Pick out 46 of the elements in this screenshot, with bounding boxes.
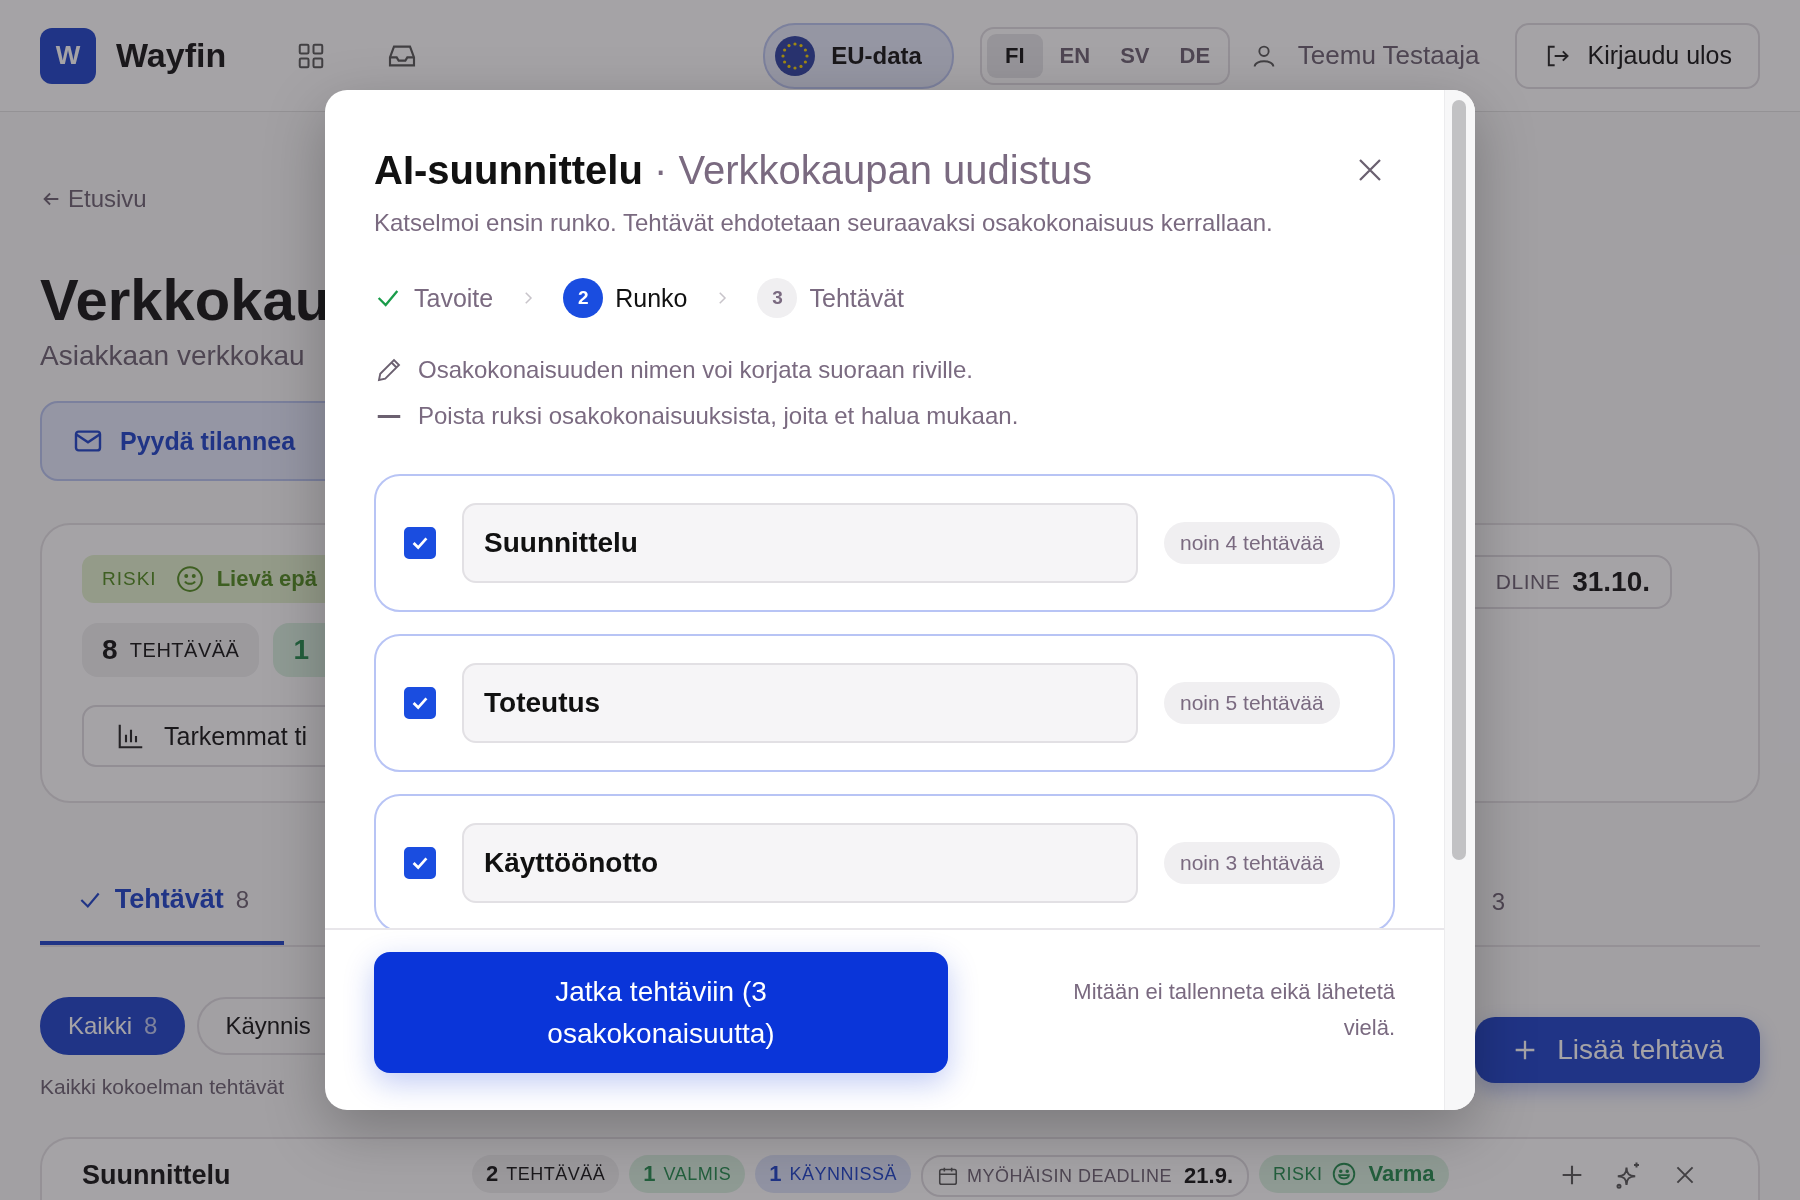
logout-button[interactable]: Kirjaudu ulos [1515,22,1760,89]
group-title: Suunnittelu [82,1159,232,1192]
name-field[interactable]: Toteutus [462,663,1138,743]
status-chip: 2 TEHTÄVÄÄ [472,1155,620,1193]
checkbox[interactable] [404,847,436,879]
wizard-step: 2 Runko [563,278,688,318]
checkbox[interactable] [404,527,436,559]
status-chip: MYÖHÄISIN DEADLINE 21.9. [921,1155,1249,1197]
task-count-chip: 8 TEHTÄVÄÄ [82,623,260,677]
dialog-title: AI-suunnittelu · Verkkokaupan uudistus [374,147,1093,194]
tab[interactable]: 3 [1461,858,1535,945]
calendar-icon [937,1165,959,1187]
scrollbar[interactable] [1444,90,1475,1110]
user-name: Teemu Testaaja [1297,40,1480,71]
back-link[interactable]: Etusivu [40,184,147,214]
wizard-step: Tavoite [374,283,494,313]
filter-pill[interactable]: Kaikki 8 [40,997,186,1055]
filter-caption: Kaikki kokoelman tehtävät [40,1074,285,1100]
wizard-step: 3 Tehtävät [757,278,904,318]
page-title: Verkkokau [40,266,331,334]
smiley-icon [1330,1161,1357,1187]
name-field[interactable]: Käyttöönotto [462,823,1138,903]
add-task-button[interactable]: Lisää tehtävä [1475,1017,1760,1083]
tab[interactable]: Tehtävät 8 [40,858,284,945]
estimate-badge: noin 3 tehtävää [1164,842,1340,884]
estimate-badge: noin 4 tehtävää [1164,522,1340,564]
checkbox[interactable] [404,687,436,719]
status-chip: 1 VALMIS [629,1155,746,1193]
estimate-badge: noin 5 tehtävää [1164,682,1340,724]
language-option[interactable]: DE [1166,33,1223,78]
logo-badge: W [40,27,96,84]
status-chip: 1 KÄYNNISSÄ [755,1155,911,1193]
smiley-icon [174,564,205,594]
language-option[interactable]: SV [1106,33,1163,78]
page-subtitle: Asiakkaan verkkokau [40,339,305,373]
dialog-intro: Katselmoi ensin runko. Tehtävät ehdotetaan seuraavaksi osakokonaisuus kerrallaan. [374,208,1274,238]
eu-flag-icon [775,35,816,76]
language-option[interactable]: FI [986,33,1043,78]
hint-text: Osakokonaisuuden nimen voi korjata suoraan riville. [418,356,973,384]
footer-note: Mitään ei tallenneta eikä lähetetä vielä. [1072,978,1395,1042]
name-field[interactable]: Suunnittelu [462,503,1138,583]
eu-data-badge[interactable]: EU-data [763,22,954,89]
language-option[interactable]: EN [1046,33,1103,78]
brand-name: Wayfin [116,36,227,75]
continue-button[interactable]: Jatka tehtäviin (3 osakokonaisuutta) [374,952,948,1073]
status-chip: RISKI Varma [1259,1155,1449,1193]
